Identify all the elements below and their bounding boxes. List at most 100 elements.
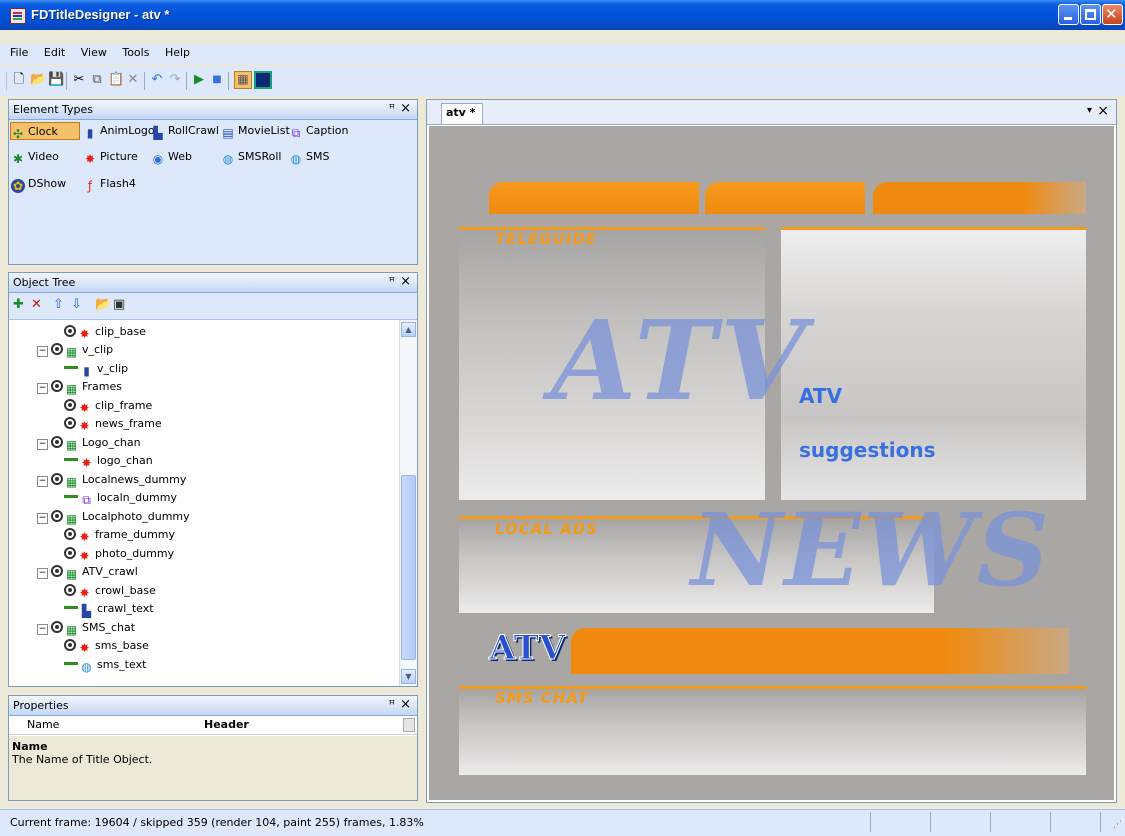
visibility-icon[interactable] [51,510,63,522]
pin-icon[interactable]: ꟸ [389,102,395,115]
element-type-rollcrawl[interactable]: ▙ RollCrawl [151,122,219,140]
collapse-icon[interactable]: − [37,624,48,635]
tree-node-v-clip-group[interactable]: − ▦ v_clip [37,341,113,359]
delete-node-icon[interactable]: ✕ [31,298,42,312]
tab-atv[interactable]: atv * [441,103,483,124]
atv-text[interactable]: ATV [799,384,842,408]
hidden-indicator[interactable] [64,458,78,461]
collapse-icon[interactable]: − [37,346,48,357]
safe-area-icon[interactable] [254,71,272,89]
scroll-thumb[interactable] [401,475,416,660]
scroll-down-icon[interactable]: ▼ [401,669,416,684]
hidden-indicator[interactable] [64,662,78,665]
pin-icon[interactable]: ꟸ [389,275,395,288]
open-icon[interactable]: 📂 [30,73,46,87]
property-value[interactable]: Header [204,718,249,731]
collapse-icon[interactable]: − [37,476,48,487]
element-type-dshow[interactable]: ✿ DShow [11,175,66,193]
visibility-icon[interactable] [51,436,63,448]
element-type-clock[interactable]: ✣ Clock [10,122,80,141]
collapse-icon[interactable]: − [37,568,48,579]
teleguide-label[interactable]: TELEGUIDE [495,230,597,248]
tree-node-crawl-text[interactable]: ▙ crawl_text [64,600,154,618]
grid-icon[interactable]: ▦ [234,71,252,89]
visibility-icon[interactable] [51,565,63,577]
pin-icon[interactable]: ꟸ [389,698,395,711]
visibility-icon[interactable] [64,547,76,559]
maximize-button[interactable] [1080,4,1101,25]
tree-node-sms-base[interactable]: ✸ sms_base [64,637,149,655]
menu-tools[interactable]: Tools [122,46,149,59]
move-down-icon[interactable]: ⇩ [71,298,82,312]
orange-top-bar-3[interactable] [873,182,1086,214]
visibility-icon[interactable] [64,528,76,540]
export-icon[interactable]: ▣ [113,298,125,312]
element-type-web[interactable]: ◉ Web [151,148,192,166]
tree-node-localphoto-dummy-group[interactable]: − ▦ Localphoto_dummy [37,508,190,526]
menu-view[interactable]: View [81,46,107,59]
title-canvas[interactable]: TELEGUIDE ATV ATV suggestions LOCAL ADS … [429,126,1114,800]
collapse-icon[interactable]: − [37,383,48,394]
tree-node-logo-chan[interactable]: ✸ logo_chan [64,452,153,470]
scroll-up-icon[interactable]: ▲ [401,322,416,337]
visibility-icon[interactable] [51,380,63,392]
atv-logo[interactable]: ATV [488,628,565,669]
menu-file[interactable]: File [10,46,28,59]
tree-node-news-frame[interactable]: ✸ news_frame [64,415,162,433]
tree-node-v-clip[interactable]: ▮ v_clip [64,360,128,378]
hidden-indicator[interactable] [64,495,78,498]
tree-node-frame-dummy[interactable]: ✸ frame_dummy [64,526,175,544]
visibility-icon[interactable] [64,584,76,596]
tree-node-frames[interactable]: − ▦ Frames [37,378,122,396]
visibility-icon[interactable] [64,325,76,337]
collapse-icon[interactable]: − [37,439,48,450]
element-type-smsroll[interactable]: ◍ SMSRoll [221,148,282,166]
tree-node-logo-chan-group[interactable]: − ▦ Logo_chan [37,434,141,452]
property-scroll-icon[interactable] [403,718,415,732]
element-type-movielist[interactable]: ▤ MovieList [221,122,289,140]
move-up-icon[interactable]: ⇧ [53,298,64,312]
tree-node-clip-frame[interactable]: ✸ clip_frame [64,397,152,415]
orange-crawl-bar[interactable] [571,628,1069,674]
tree-node-localnews-dummy-group[interactable]: − ▦ Localnews_dummy [37,471,186,489]
redo-icon[interactable]: ↷ [168,73,182,87]
visibility-icon[interactable] [64,417,76,429]
element-type-picture[interactable]: ✸ Picture [83,148,138,166]
element-type-caption[interactable]: ⧉ Caption [289,122,349,140]
close-button[interactable]: ✕ [1102,4,1123,25]
property-row-name[interactable]: Name Header [9,716,417,735]
dropdown-icon[interactable]: ▾ [1087,105,1092,116]
orange-top-bar-1[interactable] [489,182,699,214]
visibility-icon[interactable] [64,639,76,651]
close-icon[interactable]: × [400,274,411,289]
close-icon[interactable]: × [400,101,411,116]
delete-icon[interactable]: ✕ [126,73,140,87]
close-icon[interactable]: × [400,697,411,712]
tree-node-crowl-base[interactable]: ✸ crowl_base [64,582,156,600]
tree-node-clip-base[interactable]: ✸ clip_base [64,323,146,341]
element-type-flash4[interactable]: ƒ Flash4 [83,175,136,193]
visibility-icon[interactable] [51,621,63,633]
hidden-indicator[interactable] [64,366,78,369]
undo-icon[interactable]: ↶ [150,73,164,87]
cut-icon[interactable]: ✂ [72,73,86,87]
add-node-icon[interactable]: ✚ [13,298,24,312]
open-folder-icon[interactable]: 📂 [95,298,111,312]
collapse-icon[interactable]: − [37,513,48,524]
element-type-sms[interactable]: ◍ SMS [289,148,330,166]
sms-chat-label[interactable]: SMS CHAT [495,689,589,707]
tree-scrollbar[interactable]: ▲ ▼ [399,320,417,686]
minimize-button[interactable] [1058,4,1079,25]
tree-node-localn-dummy[interactable]: ⧉ localn_dummy [64,489,177,507]
tree-node-atv-crawl-group[interactable]: − ▦ ATV_crawl [37,563,138,581]
resize-grip-icon[interactable]: ⋰ [1113,820,1122,830]
tree-node-sms-text[interactable]: ◍ sms_text [64,656,146,674]
visibility-icon[interactable] [64,399,76,411]
close-icon[interactable]: × [1097,103,1109,119]
paste-icon[interactable]: 📋 [108,73,124,87]
tree-node-photo-dummy[interactable]: ✸ photo_dummy [64,545,174,563]
save-icon[interactable]: 💾 [48,73,64,87]
suggestions-text[interactable]: suggestions [799,438,936,462]
stop-icon[interactable]: ■ [210,73,224,87]
copy-icon[interactable]: ⧉ [90,73,104,87]
